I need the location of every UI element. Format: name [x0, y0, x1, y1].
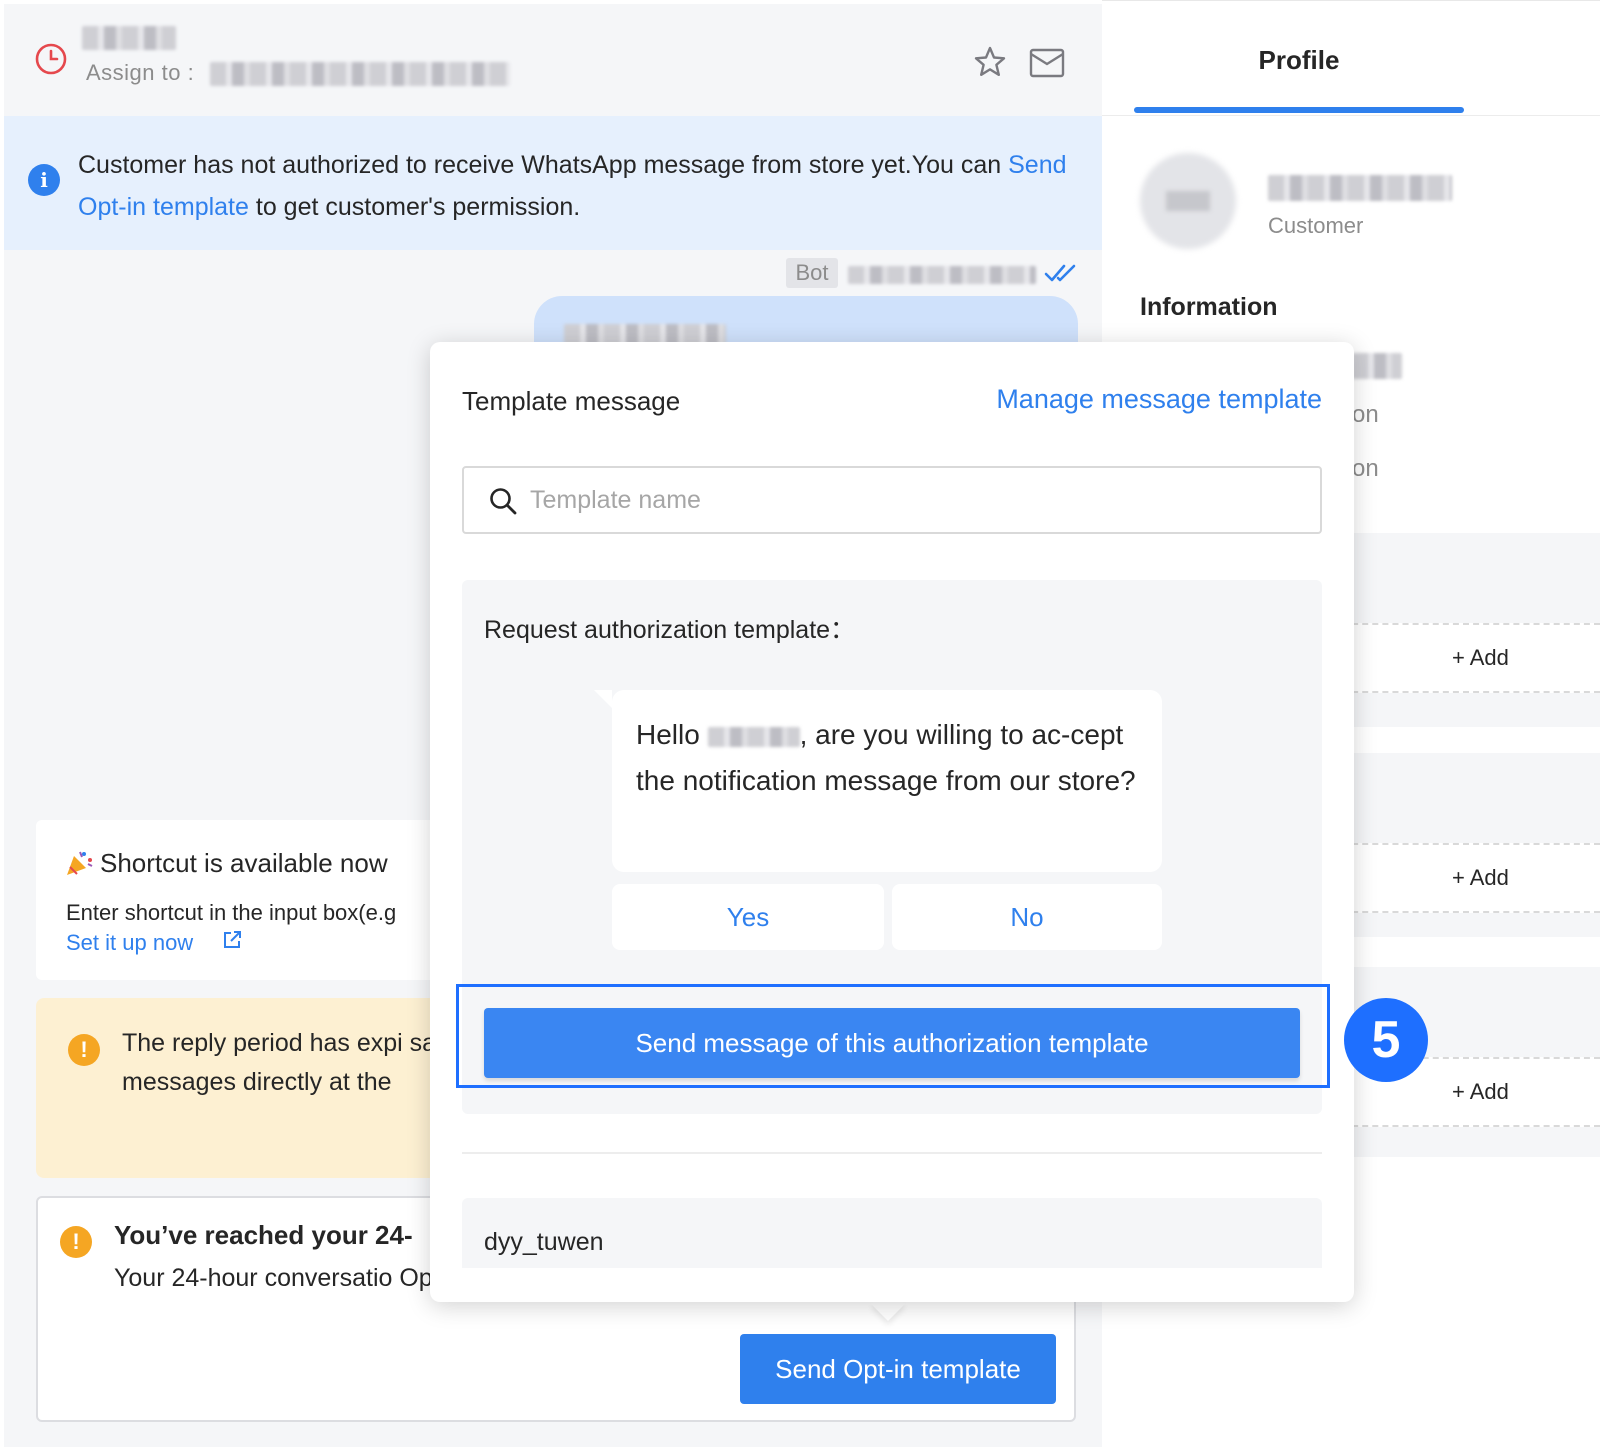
authorization-notice-banner: i Customer has not authorized to receive…	[4, 116, 1102, 250]
popover-title: Template message	[462, 386, 681, 416]
contact-name-redacted	[82, 26, 176, 50]
warning-icon: !	[60, 1226, 92, 1258]
add-button[interactable]: + Add	[1452, 645, 1509, 671]
info-value-redacted	[1352, 353, 1402, 379]
yes-quick-reply-button[interactable]: Yes	[612, 884, 884, 950]
info-row-fragment: on	[1352, 455, 1379, 482]
tab-active-indicator	[1134, 107, 1464, 113]
chat-header: Assign to :	[4, 4, 1102, 114]
add-row[interactable]: + Add	[1332, 843, 1600, 913]
popover-divider	[462, 1152, 1322, 1154]
template-search-input[interactable]	[530, 478, 1290, 522]
shortcut-description: Enter shortcut in the input box(e.g	[66, 900, 397, 925]
customer-role: Customer	[1268, 213, 1364, 238]
add-row[interactable]: + Add	[1332, 623, 1600, 693]
message-greeting: Hello	[636, 719, 708, 750]
notice-text-start: Customer has not authorized to receive W…	[78, 151, 1009, 179]
avatar-initials-redacted	[1166, 191, 1210, 211]
information-heading: Information	[1140, 293, 1278, 321]
shortcut-title: Shortcut is available now	[100, 848, 388, 878]
customer-name-redacted	[1268, 175, 1452, 201]
add-button[interactable]: + Add	[1452, 865, 1509, 891]
send-optin-template-button[interactable]: Send Opt-in template	[740, 1334, 1056, 1404]
template-message-bubble: Hello , are you willing to ac-cept the n…	[612, 690, 1162, 872]
reply-warning-text: The reply period has expi sage before yo…	[122, 1029, 456, 1096]
shortcut-card: Shortcut is available now Enter shortcut…	[36, 820, 456, 980]
template-search-box[interactable]	[462, 466, 1322, 534]
search-icon	[490, 488, 517, 515]
reply-period-warning: ! The reply period has expi sage before …	[36, 998, 456, 1178]
authorization-template-label: Request authorization template：	[484, 616, 856, 644]
no-quick-reply-button[interactable]: No	[892, 884, 1162, 950]
template-message-popover: Template message Manage message template…	[430, 342, 1354, 1302]
assignee-redacted[interactable]	[210, 62, 510, 86]
bot-tag: Bot	[786, 258, 838, 288]
limit-title: You’ve reached your 24-	[114, 1220, 413, 1250]
mail-icon[interactable]	[1028, 46, 1066, 80]
message-time-redacted	[848, 266, 1036, 284]
step-number-badge: 5	[1344, 998, 1428, 1082]
template-item[interactable]: dyy_tuwen	[462, 1198, 1322, 1268]
send-authorization-template-button[interactable]: Send message of this authorization templ…	[484, 1008, 1300, 1078]
external-link-icon[interactable]	[222, 930, 242, 950]
info-row-fragment: on	[1352, 401, 1379, 428]
template-message-text: Hello , are you willing to ac-cept the n…	[636, 712, 1136, 804]
double-check-icon	[1044, 264, 1076, 282]
tab-divider	[1102, 115, 1600, 116]
add-button[interactable]: + Add	[1452, 1079, 1509, 1105]
warning-icon: !	[68, 1034, 100, 1066]
info-icon: i	[28, 164, 60, 196]
manage-message-template-link[interactable]: Manage message template	[982, 384, 1322, 415]
tab-profile-label: Profile	[1258, 45, 1340, 75]
set-it-up-link[interactable]: Set it up now	[66, 930, 193, 956]
assign-to-label: Assign to :	[86, 60, 195, 85]
notice-text: Customer has not authorized to receive W…	[78, 144, 1078, 228]
clock-icon	[35, 43, 67, 75]
notice-text-end: to get customer's permission.	[248, 193, 581, 221]
tab-profile[interactable]: Profile	[1134, 1, 1464, 115]
star-icon[interactable]	[972, 44, 1008, 80]
template-item-name: dyy_tuwen	[484, 1228, 604, 1256]
party-icon	[67, 851, 93, 875]
customer-name-redacted	[707, 726, 800, 747]
bubble-tail	[594, 690, 612, 708]
